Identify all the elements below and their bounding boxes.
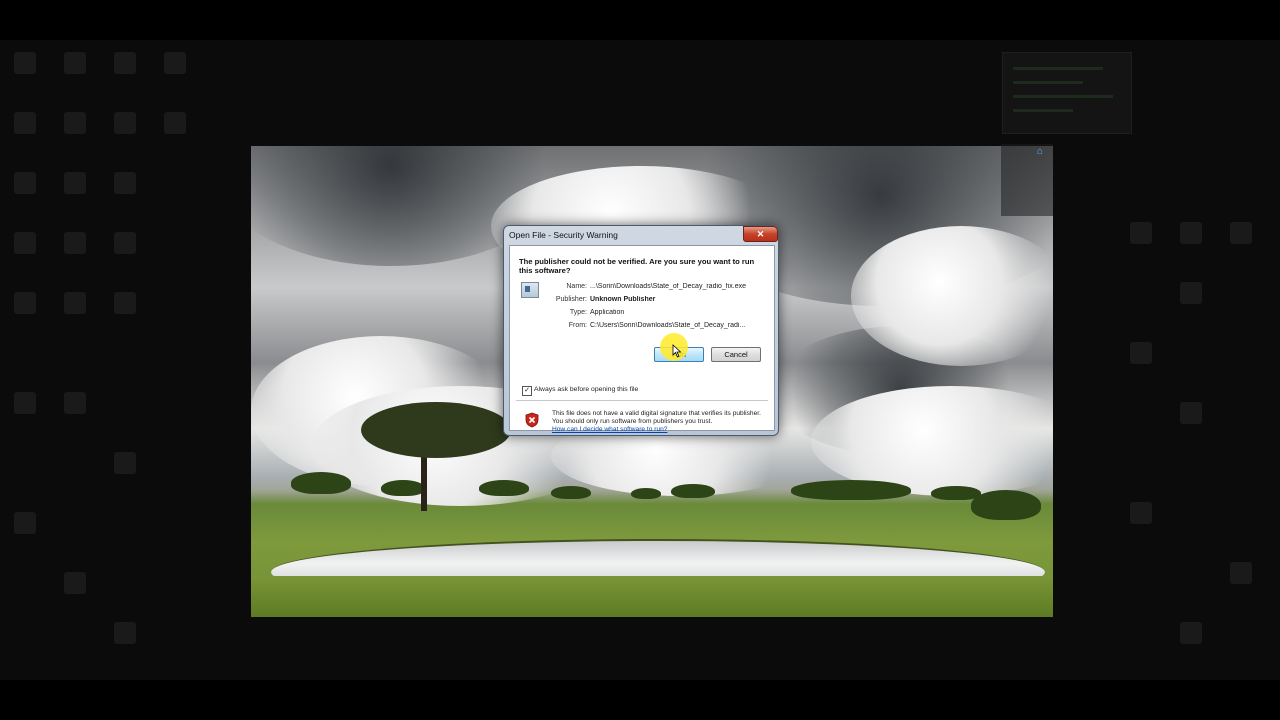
bush xyxy=(381,480,425,496)
bush xyxy=(551,486,591,499)
desktop-icon xyxy=(1180,402,1202,424)
desktop-icon xyxy=(64,52,86,74)
bush xyxy=(631,488,661,499)
desktop-icon xyxy=(14,512,36,534)
publisher-value: Unknown Publisher xyxy=(590,296,656,303)
desktop-icon xyxy=(1180,282,1202,304)
dialog-headline: The publisher could not be verified. Are… xyxy=(519,257,755,275)
desktop-icon xyxy=(64,112,86,134)
desktop-icon xyxy=(114,452,136,474)
desktop-icon xyxy=(14,232,36,254)
desktop-icon xyxy=(1130,222,1152,244)
desktop-icon xyxy=(164,52,186,74)
gadget-line xyxy=(1013,95,1113,98)
close-icon: ✕ xyxy=(756,229,765,239)
bush xyxy=(479,480,529,496)
gadget-line xyxy=(1013,67,1103,70)
bush xyxy=(671,484,715,498)
mouse-pointer-icon xyxy=(672,344,682,358)
type-label: Type: xyxy=(569,309,587,316)
dialog-content: The publisher could not be verified. Are… xyxy=(509,245,775,434)
desktop-icon xyxy=(14,52,36,74)
desktop-icon xyxy=(64,392,86,414)
security-shield-error-icon xyxy=(525,412,539,428)
desktop-icon xyxy=(164,112,186,134)
desktop-icon xyxy=(114,232,136,254)
desktop-icon xyxy=(1180,622,1202,644)
desktop-icon xyxy=(114,292,136,314)
bush xyxy=(971,490,1041,520)
desktop-gadget-panel xyxy=(1002,52,1132,134)
application-icon-glyph xyxy=(525,286,530,292)
dialog-title: Open File - Security Warning xyxy=(509,230,618,240)
desktop-icon xyxy=(114,172,136,194)
bush xyxy=(791,480,911,500)
always-ask-label[interactable]: Always ask before opening this file xyxy=(534,386,638,393)
separator xyxy=(516,400,768,401)
desktop-icon xyxy=(114,112,136,134)
desktop-icon xyxy=(64,172,86,194)
video-letterbox-top xyxy=(0,0,1280,40)
name-value: ...\Sorin\Downloads\State_of_Decay_radio… xyxy=(590,283,747,290)
close-button[interactable]: ✕ xyxy=(743,226,778,242)
name-label: Name: xyxy=(566,283,587,290)
gadget-line xyxy=(1013,109,1073,112)
always-ask-checkbox[interactable]: ✓ xyxy=(522,386,532,396)
gadget-line xyxy=(1013,81,1083,84)
desktop-icon xyxy=(1230,562,1252,584)
dialog-titlebar[interactable]: Open File - Security Warning ✕ xyxy=(504,226,778,244)
bush xyxy=(291,472,351,494)
foreground-grass xyxy=(251,576,1053,617)
from-value: C:\Users\Sorin\Downloads\State_of_Decay_… xyxy=(590,322,746,329)
warning-message: This file does not have a valid digital … xyxy=(552,410,767,434)
type-value: Application xyxy=(590,309,625,316)
desktop-icon xyxy=(1130,342,1152,364)
desktop-icon xyxy=(14,112,36,134)
desktop-icon xyxy=(14,392,36,414)
desktop-icon xyxy=(1180,222,1202,244)
tree-trunk xyxy=(421,451,427,511)
desktop-icon xyxy=(64,572,86,594)
desktop-icon xyxy=(64,292,86,314)
security-warning-dialog: Open File - Security Warning ✕ The publi… xyxy=(503,225,779,436)
desktop-icon xyxy=(1230,222,1252,244)
desktop-icon xyxy=(114,622,136,644)
warning-text: This file does not have a valid digital … xyxy=(552,410,761,425)
desktop-icon xyxy=(64,232,86,254)
desktop-icon xyxy=(14,172,36,194)
network-icon: ⌂ xyxy=(1037,146,1044,157)
desktop-icon xyxy=(114,52,136,74)
from-label: From: xyxy=(568,322,587,329)
publisher-label: Publisher: xyxy=(555,296,587,303)
tree-canopy xyxy=(361,402,511,458)
cancel-button[interactable]: Cancel xyxy=(711,347,761,362)
video-letterbox-bottom xyxy=(0,680,1280,720)
corner-widget: ⌂ xyxy=(1001,144,1053,216)
help-link[interactable]: How can I decide what software to run? xyxy=(552,426,667,433)
desktop-icon xyxy=(1130,502,1152,524)
desktop-icon xyxy=(14,292,36,314)
